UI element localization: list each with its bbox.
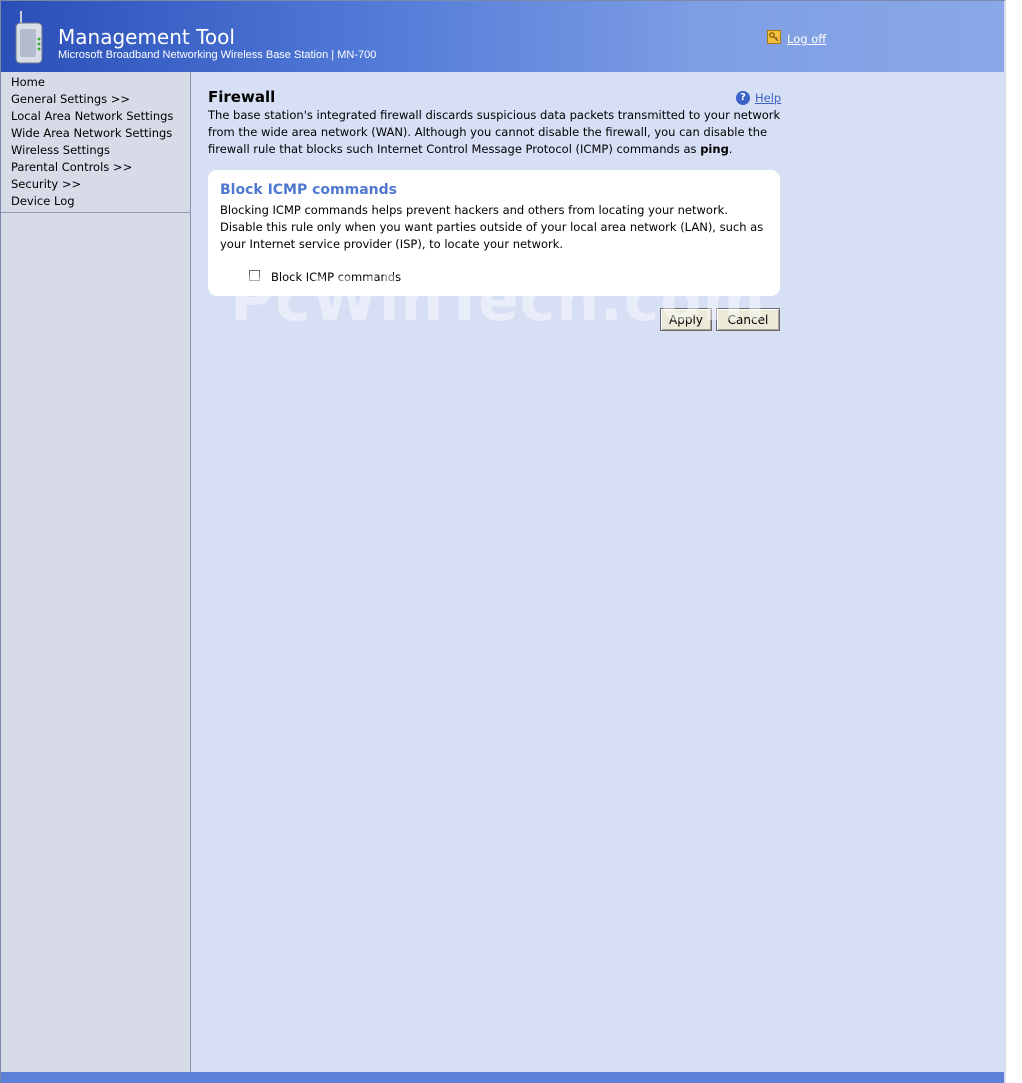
key-icon[interactable] [767, 30, 781, 44]
intro-text-ping: ping [700, 142, 729, 156]
sidebar-nav: Home General Settings >> Local Area Netw… [1, 72, 191, 1072]
panel-description: Blocking ICMP commands helps prevent hac… [220, 203, 764, 251]
sidebar-item-lan-settings[interactable]: Local Area Network Settings [1, 108, 190, 125]
main-content: Firewall ? Help The base station's integ… [192, 72, 1004, 1072]
intro-text-main: The base station's integrated firewall d… [208, 108, 781, 156]
app-subtitle: Microsoft Broadband Networking Wireless … [58, 49, 377, 61]
block-icmp-checkbox[interactable] [249, 270, 260, 281]
block-icmp-row[interactable]: Block ICMP commands [249, 267, 401, 284]
panel-title: Block ICMP commands [220, 182, 397, 198]
sidebar-item-home[interactable]: Home [1, 74, 190, 91]
nav-list: Home General Settings >> Local Area Netw… [1, 72, 190, 213]
apply-button[interactable]: Apply [660, 308, 712, 331]
sidebar-item-wan-settings[interactable]: Wide Area Network Settings [1, 125, 190, 142]
block-icmp-label[interactable]: Block ICMP commands [271, 270, 401, 284]
cancel-button[interactable]: Cancel [716, 308, 780, 331]
logoff-link-group[interactable]: Log off [767, 28, 826, 46]
sidebar-item-security[interactable]: Security >> [1, 176, 190, 193]
icmp-panel: Block ICMP commands Blocking ICMP comman… [208, 170, 780, 296]
footer-bar [1, 1072, 1004, 1083]
help-link[interactable]: Help [755, 91, 781, 105]
intro-text: The base station's integrated firewall d… [208, 107, 783, 158]
intro-text-end: . [728, 142, 733, 156]
page-title: Firewall [208, 88, 276, 106]
sidebar-item-wireless-settings[interactable]: Wireless Settings [1, 142, 190, 159]
logoff-link[interactable]: Log off [787, 32, 826, 46]
base-station-icon [15, 11, 43, 64]
scrollbar-gutter[interactable] [1005, 0, 1022, 1083]
app-title: Management Tool [58, 25, 235, 49]
help-link-group[interactable]: ? Help [736, 91, 781, 105]
help-icon[interactable]: ? [736, 91, 750, 105]
sidebar-item-parental-controls[interactable]: Parental Controls >> [1, 159, 190, 176]
sidebar-item-device-log[interactable]: Device Log [1, 193, 190, 210]
sidebar-item-general-settings[interactable]: General Settings >> [1, 91, 190, 108]
header-banner: Management Tool Microsoft Broadband Netw… [1, 1, 1004, 72]
